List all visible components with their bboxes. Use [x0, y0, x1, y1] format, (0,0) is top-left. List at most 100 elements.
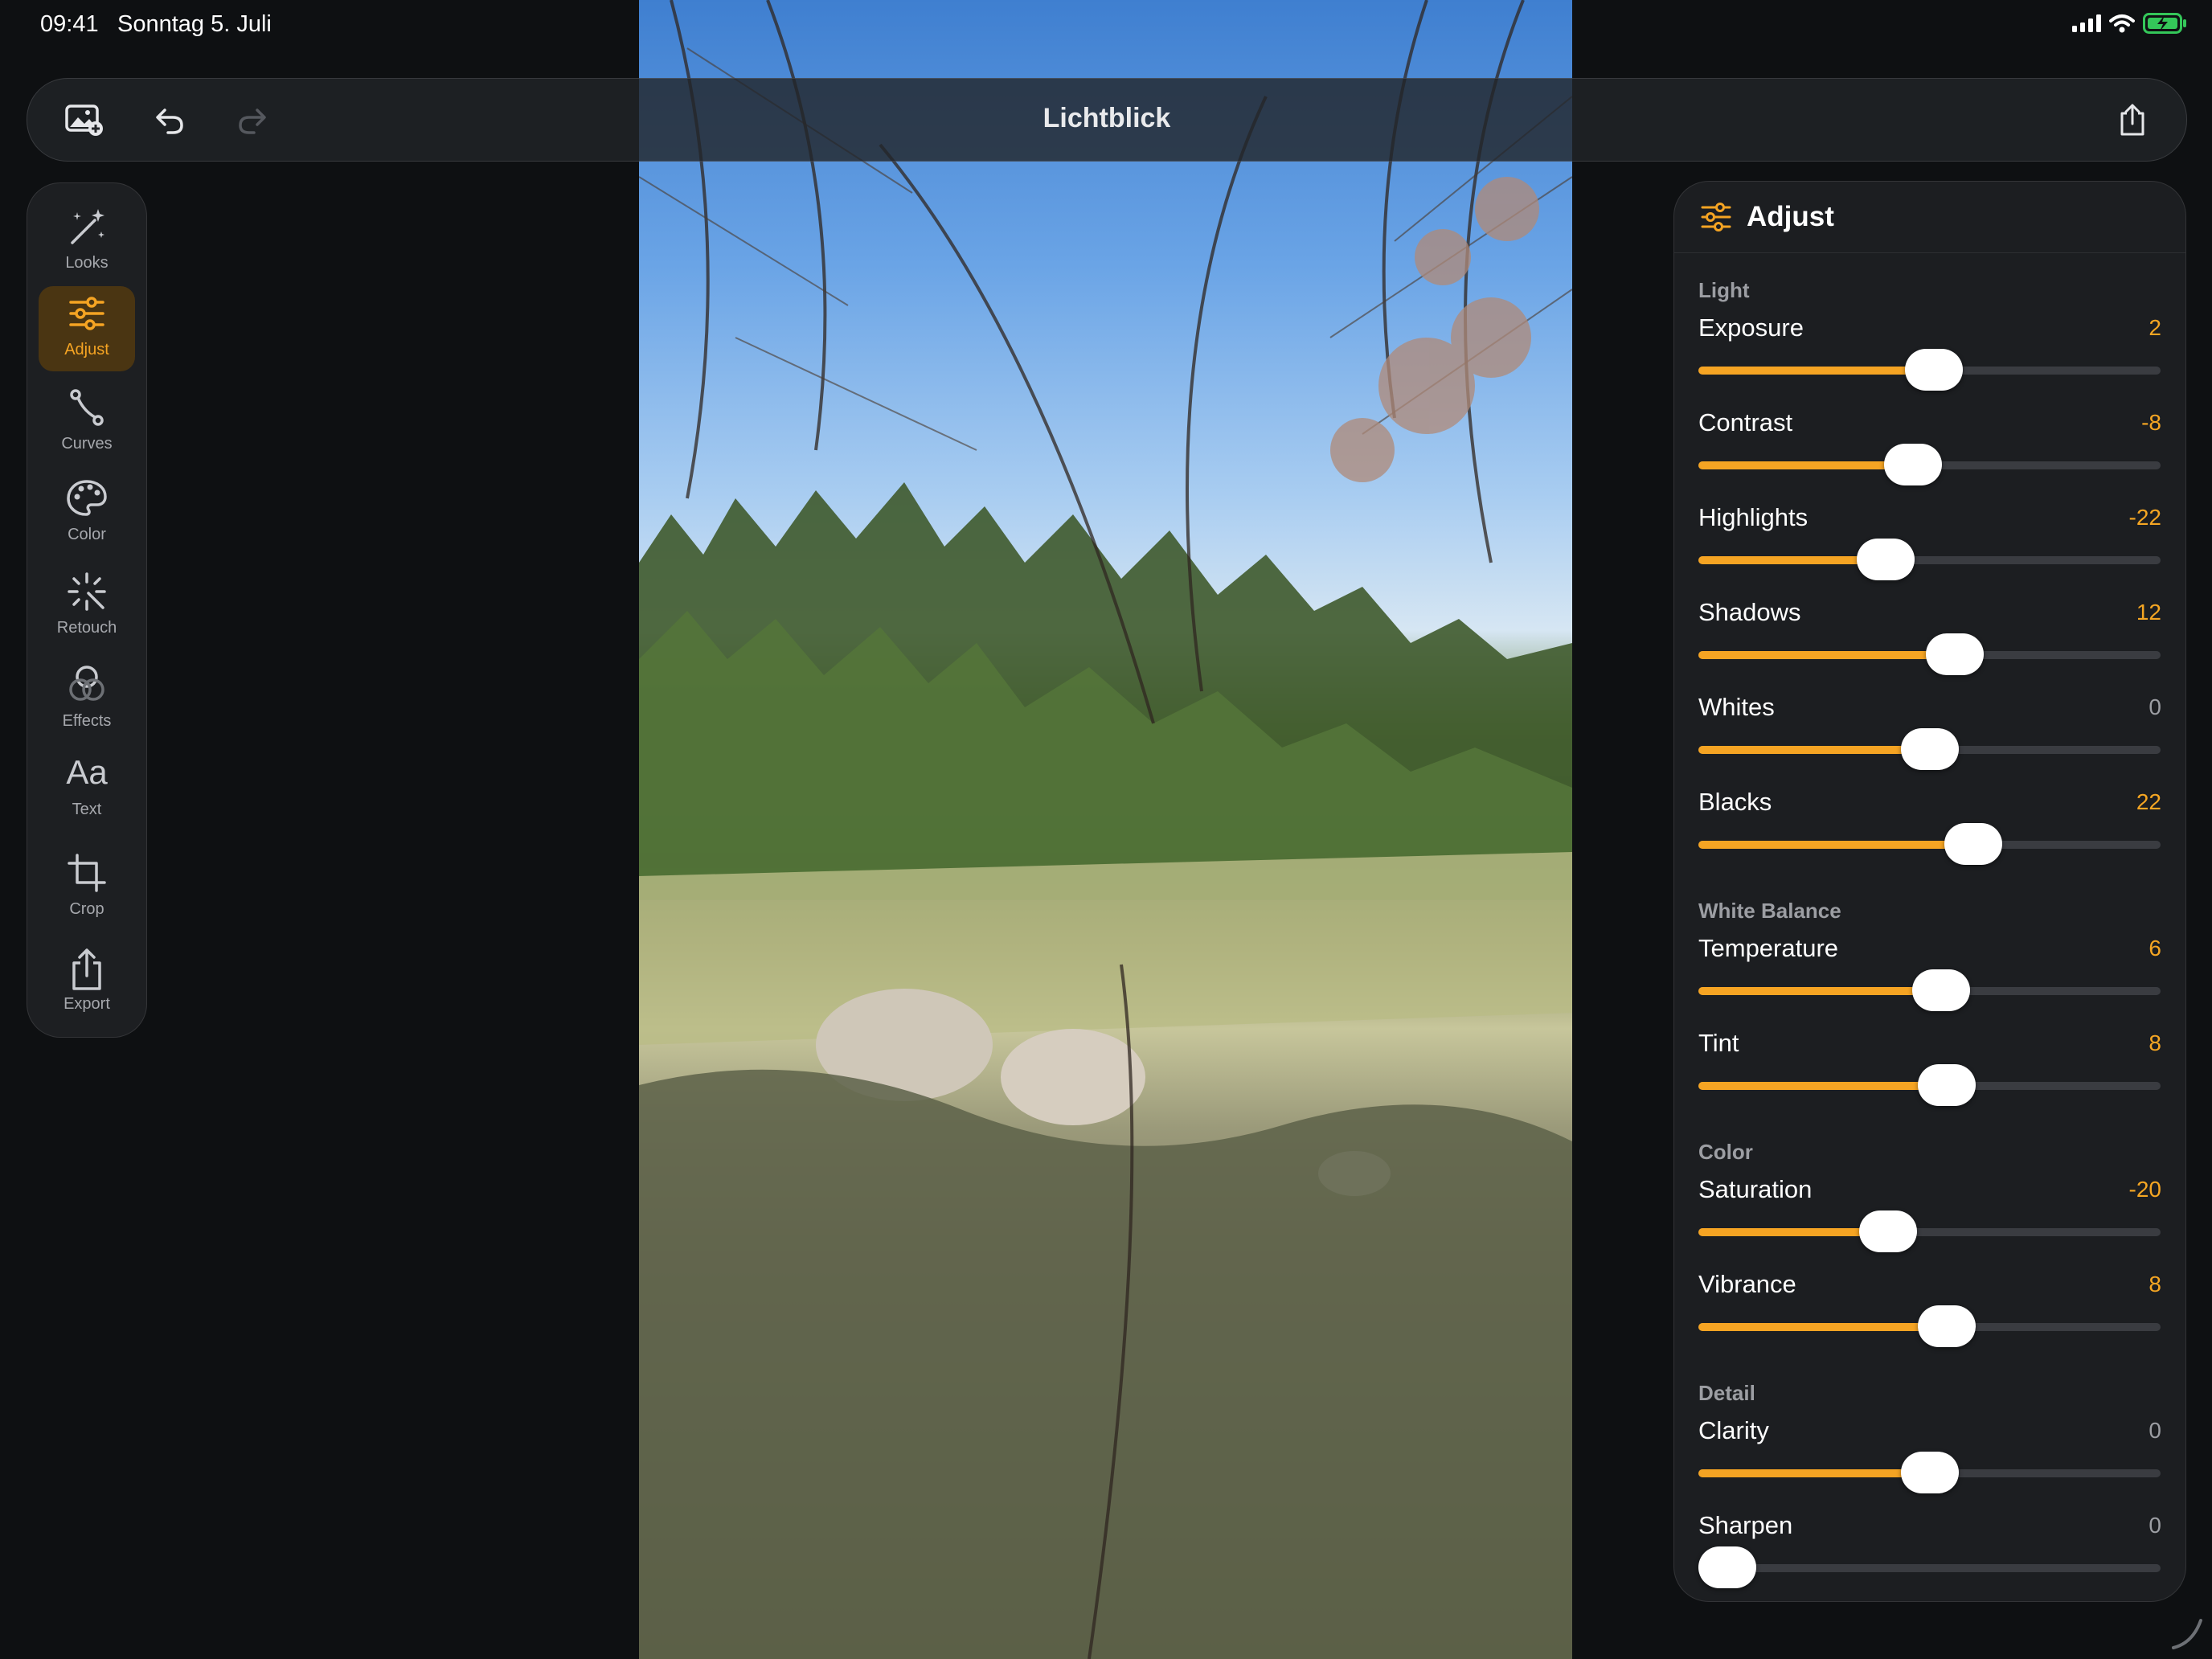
rail-label: Crop: [69, 900, 104, 918]
sliders-icon: [1701, 203, 1731, 231]
slider-fill: [1698, 651, 1956, 659]
slider-track[interactable]: [1698, 539, 2161, 580]
share-icon: [72, 948, 101, 990]
adjustment-label: Blacks: [1698, 788, 1772, 816]
slider-fill: [1698, 461, 1914, 469]
adjustment-value: 0: [2149, 1418, 2161, 1443]
top-toolbar: Lichtblick: [27, 78, 2187, 162]
adjustment-value: 8: [2149, 1030, 2161, 1055]
slider-thumb[interactable]: [1917, 1305, 1976, 1347]
slider-track[interactable]: [1698, 633, 2161, 675]
overlapping-circles-icon: [69, 666, 104, 701]
rail-item-crop[interactable]: Crop: [39, 846, 135, 931]
rail-item-curves[interactable]: Curves: [39, 380, 135, 465]
slider-track[interactable]: [1698, 969, 2161, 1011]
rail-label: Export: [63, 995, 110, 1013]
slider-thumb[interactable]: [1856, 539, 1915, 580]
slider-thumb[interactable]: [1944, 823, 2003, 865]
adjustment-label: Clarity: [1698, 1416, 1769, 1444]
adjustment-label: Tint: [1698, 1029, 1739, 1057]
resize-grabber-icon[interactable]: [2169, 1614, 2206, 1651]
rail-label: Looks: [65, 254, 109, 272]
palette-icon: [67, 480, 107, 516]
photo-content: [639, 0, 1572, 1659]
crop-icon: [68, 854, 106, 892]
rail-item-export[interactable]: Export: [39, 940, 135, 1026]
slider-thumb[interactable]: [1926, 633, 1985, 675]
adjustment-value: 22: [2136, 789, 2161, 814]
adjustment-value: 2: [2149, 315, 2161, 340]
wifi-icon: [2109, 14, 2135, 33]
adjustment-value: 0: [2149, 1513, 2161, 1538]
adjustment-value: -22: [2128, 505, 2161, 530]
adjustment-value: 0: [2149, 694, 2161, 719]
slider-track[interactable]: [1698, 1064, 2161, 1106]
rail-label: Retouch: [56, 619, 117, 637]
status-date: Sonntag 5. Juli: [117, 11, 272, 37]
slider-fill: [1698, 987, 1941, 995]
slider-fill: [1698, 841, 1974, 849]
adjust-panel: Adjust Light Exposure 2 Contrast -8 High…: [1673, 181, 2186, 1602]
section-title: Color: [1698, 1140, 1753, 1164]
rail-item-adjust[interactable]: Adjust: [39, 286, 135, 371]
slider-fill: [1698, 1469, 1930, 1477]
rail-item-effects[interactable]: Effects: [39, 657, 135, 743]
adjustment-label: Shadows: [1698, 598, 1801, 626]
adjustment-value: -8: [2141, 410, 2161, 435]
slider-thumb[interactable]: [1900, 1452, 1959, 1493]
section-title: White Balance: [1698, 899, 1841, 923]
slider-track[interactable]: [1698, 1452, 2161, 1493]
slider-track[interactable]: [1698, 1305, 2161, 1347]
slider-thumb[interactable]: [1884, 444, 1943, 485]
slider-thumb[interactable]: [1858, 1210, 1917, 1252]
magic-wand-icon: [71, 209, 104, 244]
slider-track[interactable]: [1698, 728, 2161, 770]
slider-fill: [1698, 746, 1930, 754]
rail-item-color[interactable]: Color: [39, 471, 135, 556]
share-icon: [2120, 104, 2144, 136]
tool-rail: Looks Adjust Curves Color Retouch Effect…: [27, 182, 147, 1038]
slider-thumb[interactable]: [1698, 1546, 1756, 1588]
adjustment-label: Vibrance: [1698, 1270, 1796, 1298]
cellular-signal-icon: [2072, 14, 2101, 32]
slider-thumb[interactable]: [1905, 349, 1964, 391]
rail-label: Color: [68, 526, 106, 543]
text-aa-icon: Aa: [66, 753, 108, 791]
rail-label: Effects: [62, 712, 112, 730]
slider-track[interactable]: [1698, 1210, 2161, 1252]
slider-track[interactable]: [1698, 444, 2161, 485]
status-time: 09:41: [40, 11, 99, 37]
adjustment-label: Whites: [1698, 693, 1775, 721]
slider-thumb[interactable]: [1900, 728, 1959, 770]
slider-track[interactable]: [1698, 823, 2161, 865]
adjustment-value: 8: [2149, 1272, 2161, 1296]
slider-thumb[interactable]: [1917, 1064, 1976, 1106]
document-title: Lichtblick: [1043, 103, 1171, 133]
slider-fill: [1698, 1082, 1947, 1090]
panel-header: Adjust: [1674, 182, 2185, 253]
rail-item-retouch[interactable]: Retouch: [39, 564, 135, 649]
adjustment-label: Highlights: [1698, 503, 1809, 531]
curves-icon: [70, 389, 104, 426]
rail-label: Adjust: [64, 341, 109, 358]
photo-canvas[interactable]: [639, 0, 1572, 1659]
rail-item-text[interactable]: Aa Text: [39, 746, 135, 831]
adjustment-label: Sharpen: [1698, 1511, 1793, 1539]
adjustment-label: Saturation: [1698, 1175, 1813, 1203]
adjustment-label: Exposure: [1698, 313, 1804, 342]
slider-track[interactable]: [1698, 349, 2161, 391]
adjustment-label: Contrast: [1698, 408, 1793, 436]
slider-fill: [1698, 1323, 1947, 1331]
adjustment-value: -20: [2128, 1177, 2161, 1202]
share-button[interactable]: [2111, 98, 2154, 141]
slider-fill: [1698, 367, 1935, 375]
slider-track[interactable]: [1698, 1546, 2161, 1588]
adjustment-value: 12: [2136, 600, 2161, 625]
slider-thumb[interactable]: [1911, 969, 1970, 1011]
sparkle-wand-icon: [68, 572, 106, 611]
sliders-icon: [69, 297, 104, 330]
rail-item-looks[interactable]: Looks: [39, 199, 135, 285]
section-title: Detail: [1698, 1381, 1755, 1405]
status-icons: [2072, 13, 2188, 34]
rail-label: Text: [72, 801, 102, 818]
